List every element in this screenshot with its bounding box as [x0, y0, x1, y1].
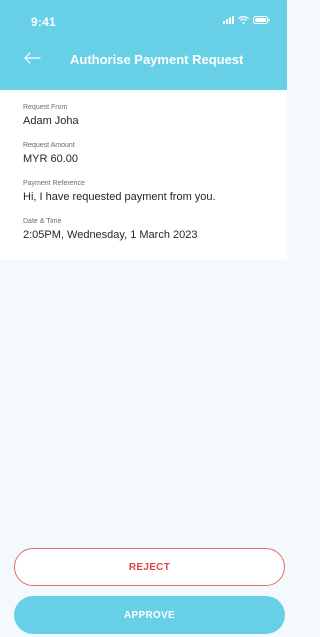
- signal-icon: [223, 16, 234, 24]
- status-time: 9:41: [31, 15, 56, 29]
- datetime-field: Date & Time 2:05PM, Wednesday, 1 March 2…: [23, 217, 197, 242]
- approve-button[interactable]: APPROVE: [14, 596, 285, 634]
- datetime-value: 2:05PM, Wednesday, 1 March 2023: [23, 229, 198, 241]
- payment-reference-field: Payment Reference Hi, I have requested p…: [23, 179, 216, 204]
- status-bar: 9:41: [0, 0, 287, 40]
- page-title: Authorise Payment Request: [70, 52, 244, 67]
- request-details: Request From Adam Joha Request Amount MY…: [0, 90, 287, 260]
- request-from-value: Adam Joha: [23, 115, 79, 127]
- request-from-label: Request From: [23, 104, 68, 111]
- reject-button[interactable]: REJECT: [14, 548, 285, 586]
- reject-button-label: REJECT: [128, 561, 171, 573]
- approve-button-label: APPROVE: [123, 609, 175, 621]
- wifi-icon: [238, 16, 249, 24]
- request-from-field: Request From Adam Joha: [23, 103, 79, 128]
- request-amount-field: Request Amount MYR 60.00: [23, 141, 78, 166]
- datetime-label: Date & Time: [23, 218, 62, 225]
- payment-reference-value: Hi, I have requested payment from you.: [23, 191, 216, 203]
- request-amount-value: MYR 60.00: [23, 153, 79, 165]
- request-amount-label: Request Amount: [23, 142, 75, 149]
- back-arrow-icon[interactable]: [22, 48, 42, 68]
- nav-bar: Authorise Payment Request: [0, 40, 287, 82]
- battery-icon: [253, 16, 270, 24]
- payment-reference-label: Payment Reference: [23, 180, 85, 187]
- app-header: 9:41 Authorise Payment Request: [0, 0, 287, 90]
- status-icons: [223, 16, 270, 24]
